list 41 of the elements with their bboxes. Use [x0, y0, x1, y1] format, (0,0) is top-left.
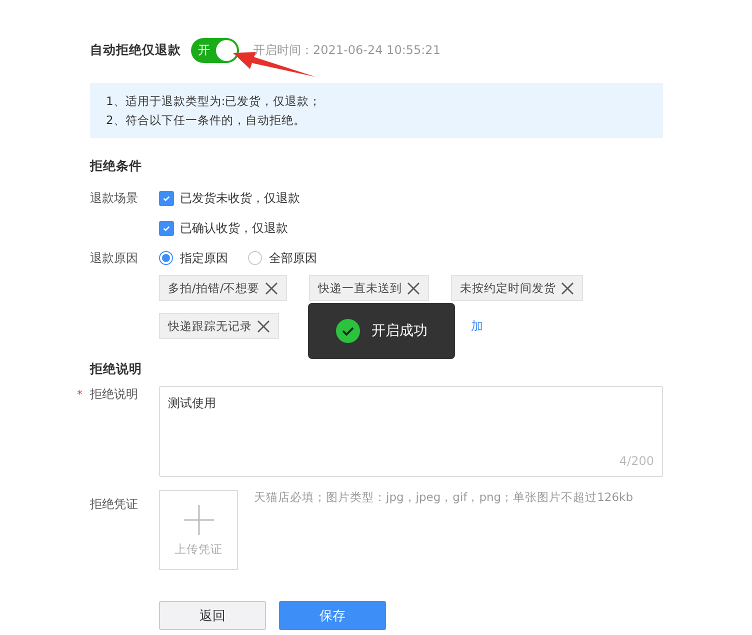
- save-button[interactable]: 保存: [279, 601, 386, 630]
- field-label: 退款场景: [90, 190, 139, 206]
- close-icon[interactable]: [406, 282, 420, 294]
- checkbox-label: 已发货未收货，仅退款: [180, 190, 300, 206]
- field-label: 退款原因: [90, 250, 139, 266]
- char-counter: 4/200: [619, 454, 654, 468]
- tag-text: 多拍/拍错/不想要: [168, 280, 260, 296]
- plus-icon: [182, 504, 214, 536]
- section-title: 拒绝说明: [90, 361, 143, 378]
- tag-text: 快递跟踪无记录: [168, 318, 252, 334]
- setting-title: 自动拒绝仅退款: [90, 42, 181, 58]
- close-icon[interactable]: [264, 282, 278, 294]
- add-link[interactable]: 加: [471, 318, 483, 334]
- text-value: 测试使用: [168, 395, 217, 412]
- close-icon[interactable]: [560, 282, 574, 294]
- check-icon: [336, 319, 360, 343]
- radio-label: 全部原因: [269, 250, 317, 266]
- check-icon: [162, 194, 171, 202]
- radio-button[interactable]: [248, 251, 262, 265]
- notice-text: 2、符合以下任一条件的，自动拒绝。: [106, 113, 306, 128]
- field-label: 拒绝说明: [90, 387, 138, 401]
- checkbox[interactable]: [159, 220, 174, 236]
- required-mark: *: [77, 388, 82, 401]
- field-label: 拒绝凭证: [90, 496, 139, 513]
- radio-button[interactable]: [159, 251, 173, 265]
- back-button[interactable]: 返回: [159, 601, 266, 630]
- enabled-time: 开启时间：2021-06-24 10:55:21: [253, 42, 440, 58]
- checkbox-label: 已确认收货，仅退款: [180, 220, 288, 236]
- upload-button[interactable]: 上传凭证: [159, 490, 238, 570]
- toast-message: 开启成功: [372, 322, 428, 340]
- tag-text: 快递一直未送到: [318, 280, 402, 296]
- text-area[interactable]: 测试使用 4/200: [159, 386, 663, 477]
- checkbox[interactable]: [159, 190, 174, 206]
- notice-text: 1、适用于退款类型为:已发货，仅退款；: [106, 94, 322, 109]
- radio-label: 指定原因: [180, 250, 228, 266]
- check-icon: [162, 224, 171, 232]
- tag-text: 未按约定时间发货: [460, 280, 556, 296]
- close-icon[interactable]: [257, 320, 270, 332]
- section-title: 拒绝条件: [90, 158, 143, 175]
- upload-hint: 天猫店必填；图片类型：jpg，jpeg，gif，png；单张图片不超过126kb: [254, 490, 634, 505]
- toggle-switch[interactable]: 开: [191, 38, 239, 62]
